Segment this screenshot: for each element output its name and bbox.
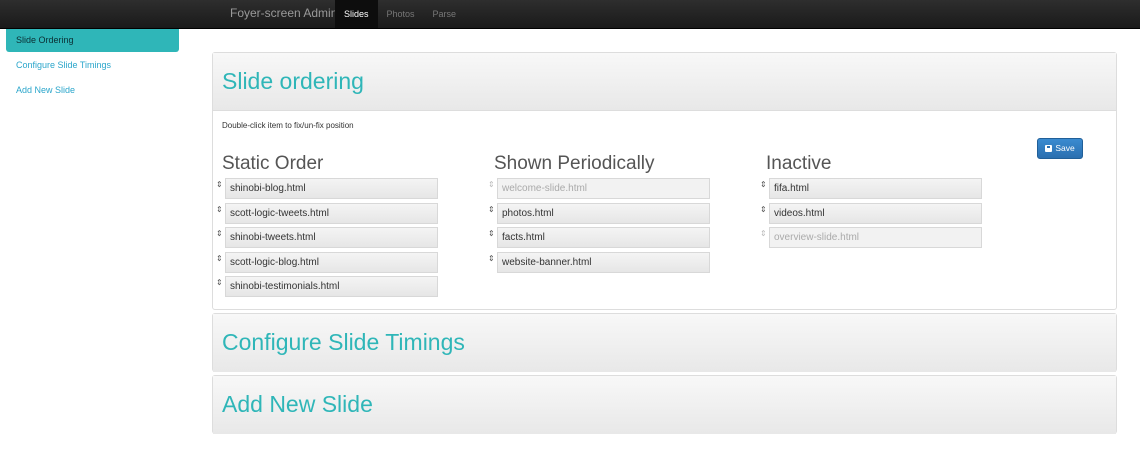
list-item[interactable]: ⇕ facts.html: [488, 226, 710, 251]
sidebar: Slide Ordering Configure Slide Timings A…: [6, 29, 179, 103]
list-item[interactable]: ⇕ overview-slide.html: [760, 226, 982, 251]
sidebar-item-slide-ordering[interactable]: Slide Ordering: [6, 29, 179, 52]
drag-handle-icon[interactable]: ⇕: [488, 180, 495, 189]
drag-handle-icon[interactable]: ⇕: [216, 180, 223, 189]
slide-item[interactable]: shinobi-blog.html: [225, 178, 438, 199]
drag-handle-icon[interactable]: ⇕: [216, 205, 223, 214]
list-item[interactable]: ⇕ website-banner.html: [488, 251, 710, 276]
slide-item[interactable]: videos.html: [769, 202, 982, 224]
slide-item-fixed[interactable]: welcome-slide.html: [497, 178, 710, 199]
column-title: Static Order: [222, 153, 324, 174]
column-title: Shown Periodically: [494, 153, 655, 174]
list-item[interactable]: ⇕ scott-logic-tweets.html: [216, 202, 438, 227]
column-title: Inactive: [766, 153, 832, 174]
nav-tab-photos[interactable]: Photos: [378, 0, 424, 28]
list-item[interactable]: ⇕ videos.html: [760, 202, 982, 227]
drag-handle-icon[interactable]: ⇕: [760, 205, 767, 214]
column-inactive: Inactive ⇕ fifa.html ⇕ videos.html ⇕ ove…: [760, 151, 982, 251]
slide-item[interactable]: scott-logic-tweets.html: [225, 202, 438, 224]
list-item[interactable]: ⇕ scott-logic-blog.html: [216, 251, 438, 276]
drag-handle-icon[interactable]: ⇕: [216, 229, 223, 238]
drag-handle-icon[interactable]: ⇕: [488, 205, 495, 214]
drag-handle-icon[interactable]: ⇕: [760, 180, 767, 189]
list-item[interactable]: ⇕ shinobi-testimonials.html: [216, 275, 438, 300]
top-navbar: Foyer-screen Admin Slides Photos Parse: [0, 0, 1140, 29]
slide-item[interactable]: facts.html: [497, 227, 710, 248]
slide-item-fixed[interactable]: overview-slide.html: [769, 227, 982, 248]
configure-timings-panel[interactable]: Configure Slide Timings: [212, 313, 1117, 372]
nav-tab-parse[interactable]: Parse: [424, 0, 466, 28]
column-static-order: Static Order ⇕ shinobi-blog.html ⇕ scott…: [216, 151, 438, 300]
list-item[interactable]: ⇕ welcome-slide.html: [488, 177, 710, 202]
app-brand[interactable]: Foyer-screen Admin: [230, 0, 337, 28]
panel-title: Configure Slide Timings: [222, 329, 465, 355]
slide-item[interactable]: photos.html: [497, 202, 710, 224]
ordering-hint: Double-click item to fix/un-fix position: [222, 121, 354, 130]
add-new-slide-panel[interactable]: Add New Slide: [212, 375, 1117, 434]
slide-item[interactable]: shinobi-tweets.html: [225, 227, 438, 248]
column-shown-periodically: Shown Periodically ⇕ welcome-slide.html …: [488, 151, 710, 275]
panel-title: Slide ordering: [222, 68, 364, 94]
list-item[interactable]: ⇕ shinobi-blog.html: [216, 177, 438, 202]
main-nav: Slides Photos Parse: [335, 0, 465, 28]
list-item[interactable]: ⇕ photos.html: [488, 202, 710, 227]
save-button[interactable]: Save: [1037, 138, 1083, 159]
panel-header: Add New Slide: [213, 376, 1116, 434]
panel-header: Slide ordering: [213, 53, 1116, 111]
slide-item[interactable]: shinobi-testimonials.html: [225, 276, 438, 297]
slide-ordering-panel: Slide ordering Double-click item to fix/…: [212, 52, 1117, 310]
list-item[interactable]: ⇕ fifa.html: [760, 177, 982, 202]
drag-handle-icon[interactable]: ⇕: [216, 254, 223, 263]
sidebar-item-configure-timings[interactable]: Configure Slide Timings: [6, 53, 179, 78]
panel-title: Add New Slide: [222, 391, 373, 417]
sidebar-item-add-new-slide[interactable]: Add New Slide: [6, 78, 179, 103]
list-item[interactable]: ⇕ shinobi-tweets.html: [216, 226, 438, 251]
drag-handle-icon[interactable]: ⇕: [488, 254, 495, 263]
slide-item[interactable]: website-banner.html: [497, 251, 710, 273]
panel-header: Configure Slide Timings: [213, 314, 1116, 372]
drag-handle-icon[interactable]: ⇕: [488, 229, 495, 238]
slide-item[interactable]: scott-logic-blog.html: [225, 251, 438, 273]
floppy-disk-icon: [1045, 144, 1053, 152]
drag-handle-icon[interactable]: ⇕: [760, 229, 767, 238]
nav-tab-slides[interactable]: Slides: [335, 0, 378, 28]
save-label: Save: [1055, 143, 1075, 153]
slide-item[interactable]: fifa.html: [769, 178, 982, 199]
drag-handle-icon[interactable]: ⇕: [216, 278, 223, 287]
